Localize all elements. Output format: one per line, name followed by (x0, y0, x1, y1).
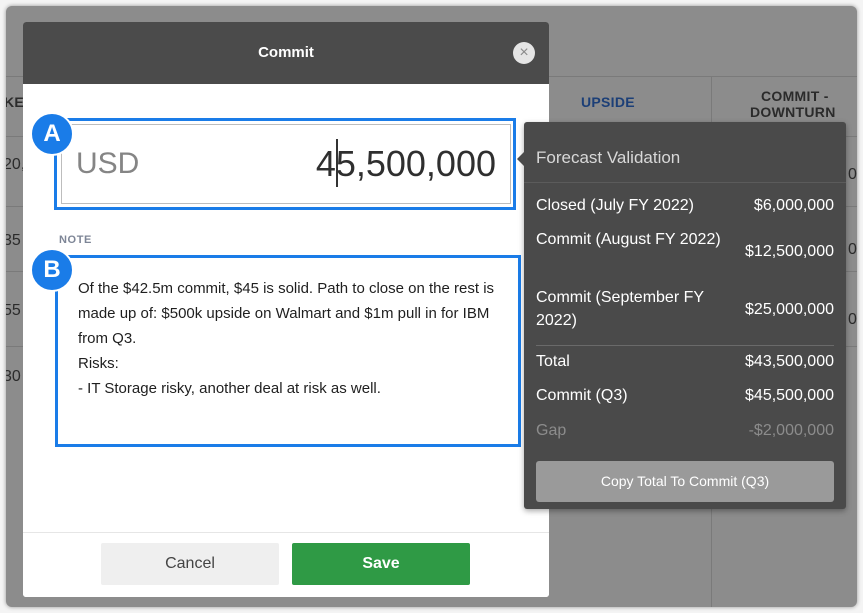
highlight-box-a (54, 118, 516, 210)
table-cell: 35 (6, 232, 21, 249)
forecast-row-value: $25,000,000 (745, 301, 834, 318)
table-cell: 55 (6, 302, 21, 319)
forecast-row-value: $43,500,000 (745, 353, 834, 370)
forecast-row-label: Commit (September FY 2022) (536, 289, 704, 329)
modal-header: Commit × (23, 22, 549, 84)
forecast-row-value: -$2,000,000 (748, 422, 834, 439)
panel-divider (524, 182, 846, 183)
panel-pointer (517, 152, 524, 166)
table-cell: 0 (848, 311, 857, 328)
close-button[interactable]: × (513, 42, 535, 64)
modal-title: Commit (258, 44, 314, 61)
column-header-upside[interactable]: UPSIDE (581, 94, 635, 110)
copy-total-to-commit-button[interactable]: Copy Total To Commit (Q3) (536, 461, 834, 502)
forecast-row-label: Total (536, 353, 570, 370)
save-button[interactable]: Save (292, 543, 470, 585)
note-label: NOTE (59, 234, 92, 246)
annotation-badge-b: B (30, 248, 74, 292)
panel-title: Forecast Validation (536, 148, 681, 167)
note-textarea[interactable]: Of the $42.5m commit, $45 is solid. Path… (55, 255, 521, 447)
forecast-row-label: Commit (Q3) (536, 387, 628, 404)
modal-footer: Cancel Save (23, 532, 549, 597)
forecast-validation-panel: Forecast Validation Closed (July FY 2022… (517, 122, 846, 509)
table-cell: 30 (6, 368, 21, 385)
forecast-row-value: $6,000,000 (753, 197, 834, 214)
forecast-row-value: $12,500,000 (745, 243, 834, 260)
annotation-badge-a: A (30, 112, 74, 156)
table-cell: 0 (848, 241, 857, 258)
forecast-row-label: Gap (536, 422, 567, 439)
panel-divider (536, 345, 834, 346)
forecast-row-label: Commit (August FY 2022) (536, 231, 721, 248)
forecast-row-label: Closed (July FY 2022) (536, 197, 694, 214)
app-frame: KED UPSIDE COMMIT - DOWNTURN RIS 20, 35 … (6, 6, 857, 607)
column-header-commit-downturn-line1: COMMIT - (761, 88, 829, 104)
forecast-row-value: $45,500,000 (745, 387, 834, 404)
table-cell: 0 (848, 166, 857, 183)
commit-modal: Commit × USD 45,500,000 NOTE Of the $42.… (23, 22, 549, 597)
cancel-button[interactable]: Cancel (101, 543, 279, 585)
